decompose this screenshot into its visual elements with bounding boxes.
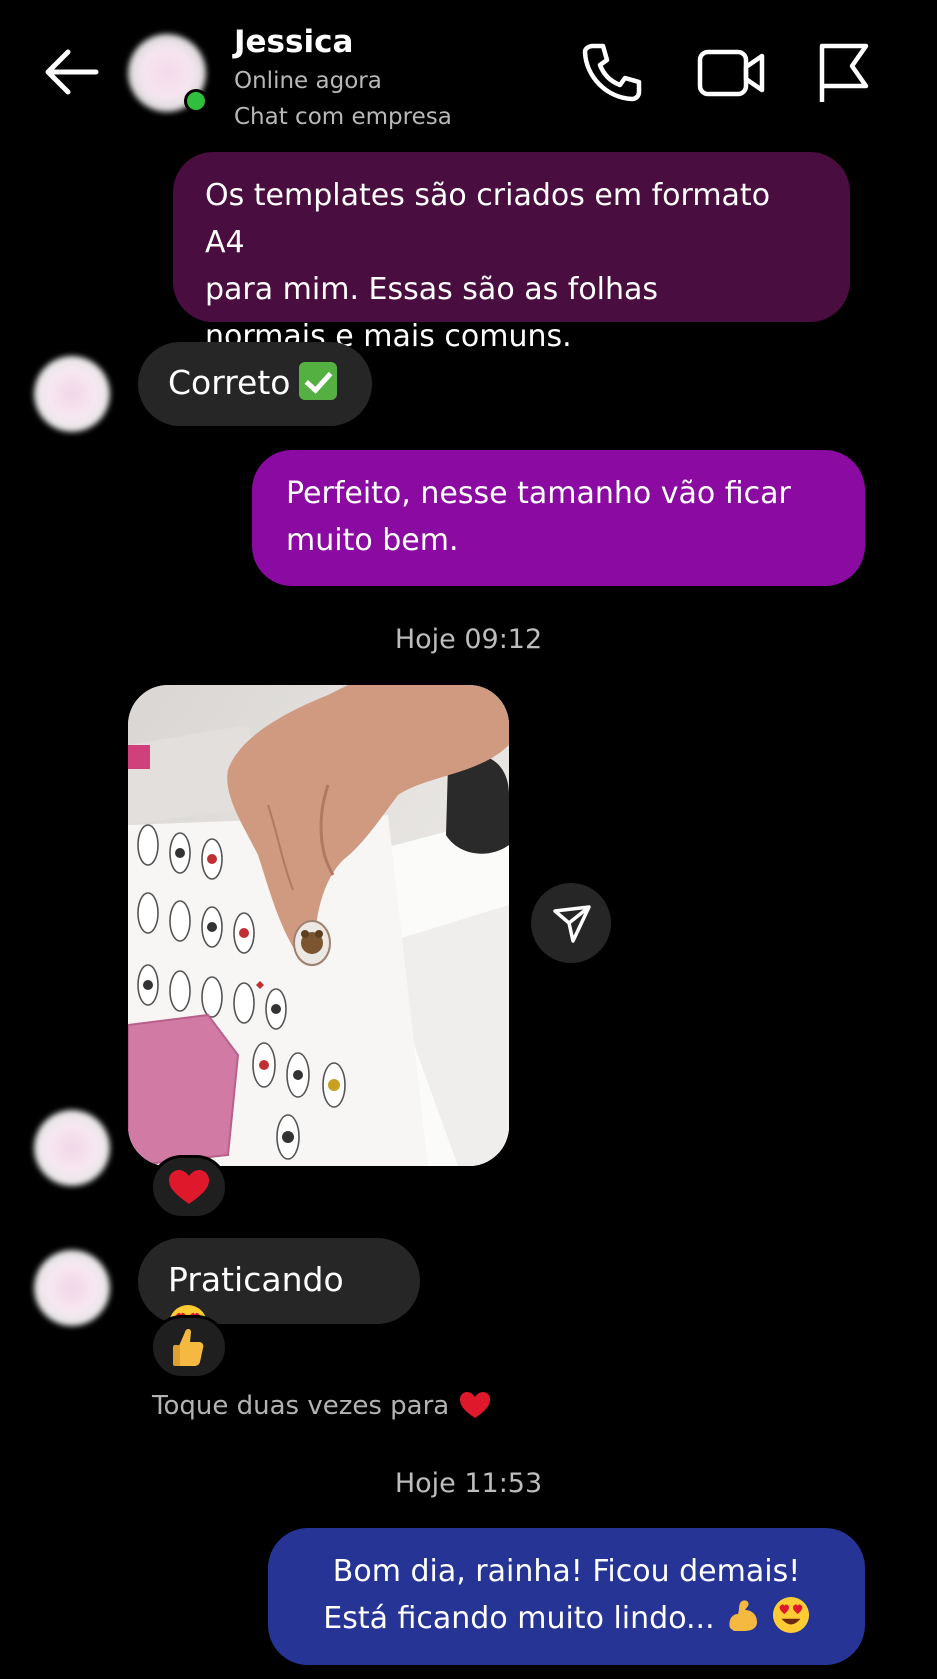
- flag-icon: [819, 43, 869, 102]
- paper-plane-icon: [553, 905, 591, 943]
- flexed-biceps-emoji-icon: [729, 1600, 758, 1631]
- online-status: Online agora: [234, 68, 382, 94]
- message-line: muito bem.: [286, 523, 459, 558]
- call-button[interactable]: [579, 40, 643, 104]
- incoming-message[interactable]: Praticando: [138, 1238, 420, 1343]
- message-line: Os templates são criados em formato A4: [205, 178, 771, 260]
- nail-stickers-photo: [128, 685, 509, 1166]
- message-text: Praticando: [168, 1260, 344, 1299]
- video-camera-icon: [697, 49, 765, 97]
- share-button[interactable]: [531, 883, 611, 963]
- contact-avatar[interactable]: [34, 1250, 110, 1326]
- double-tap-hint: Toque duas vezes para: [152, 1390, 492, 1421]
- business-chat-label: Chat com empresa: [234, 104, 452, 130]
- hint-text: Toque duas vezes para: [152, 1391, 450, 1421]
- message-line: Perfeito, nesse tamanho vão ficar: [286, 476, 791, 511]
- thumbs-up-emoji-icon: [173, 1329, 204, 1366]
- timestamp: Hoje 09:12: [394, 624, 543, 655]
- phone-icon: [582, 43, 642, 102]
- contact-avatar[interactable]: [34, 356, 110, 432]
- reaction-badge[interactable]: [150, 1315, 228, 1379]
- online-indicator: [184, 89, 208, 113]
- outgoing-message[interactable]: Bom dia, rainha! Ficou demais! Está fica…: [268, 1528, 865, 1665]
- red-heart-emoji-icon: [459, 1392, 490, 1418]
- timestamp: Hoje 11:53: [394, 1468, 543, 1499]
- report-button[interactable]: [814, 40, 878, 104]
- reaction-badge[interactable]: [150, 1155, 228, 1219]
- incoming-message[interactable]: Correto: [138, 342, 372, 426]
- back-button[interactable]: [40, 46, 100, 98]
- message-line: Está ficando muito lindo...: [323, 1601, 715, 1636]
- video-call-button[interactable]: [696, 40, 768, 104]
- arrow-left-icon: [45, 49, 99, 95]
- red-heart-emoji-icon: [169, 1170, 209, 1204]
- photo-message[interactable]: [128, 685, 509, 1166]
- heart-eyes-emoji-icon: [772, 1596, 809, 1634]
- check-mark-emoji-icon: [298, 362, 337, 400]
- contact-avatar[interactable]: [34, 1110, 110, 1186]
- message-line-with-emoji: Está ficando muito lindo...: [302, 1595, 831, 1642]
- message-text: Correto: [168, 363, 291, 402]
- message-line: Bom dia, rainha! Ficou demais!: [332, 1554, 801, 1589]
- outgoing-message[interactable]: Perfeito, nesse tamanho vão ficar muito …: [252, 450, 865, 586]
- message-line: para mim. Essas são as folhas: [205, 272, 659, 307]
- contact-name[interactable]: Jessica: [234, 24, 353, 60]
- outgoing-message[interactable]: Os templates são criados em formato A4 p…: [173, 152, 850, 354]
